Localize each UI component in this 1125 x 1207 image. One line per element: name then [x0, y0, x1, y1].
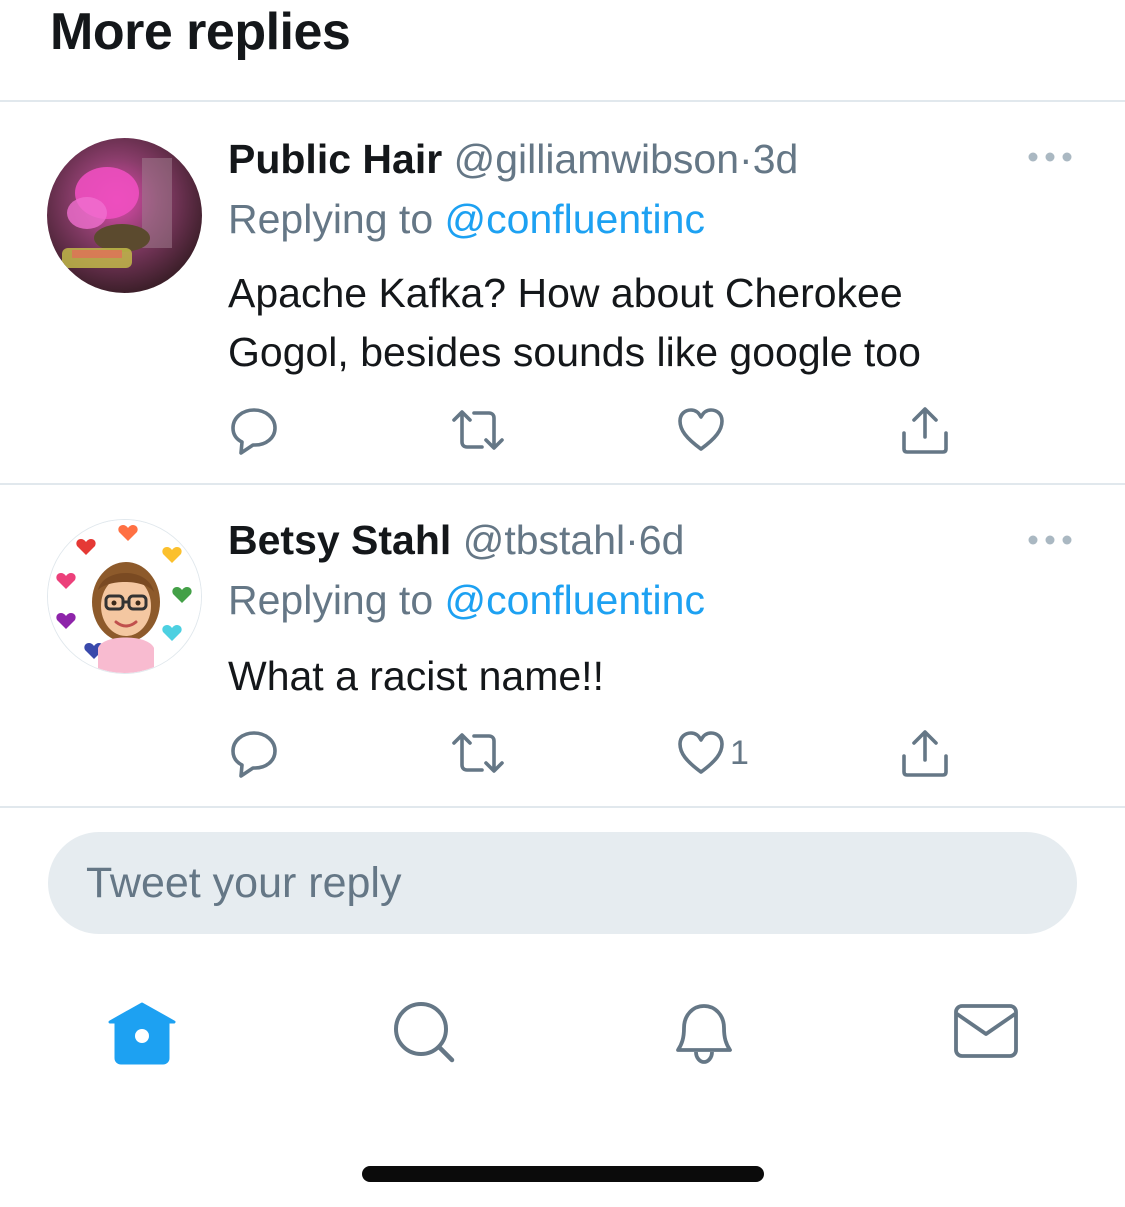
separator-dot: · — [739, 136, 753, 182]
reply-input[interactable]: Tweet your reply — [48, 832, 1077, 934]
reply-tweet[interactable]: Public Hair @gilliamwibson·3d Replying t… — [0, 102, 1125, 483]
retweet-button[interactable] — [450, 725, 506, 781]
like-icon — [678, 408, 724, 451]
notifications-icon[interactable] — [668, 1000, 740, 1066]
like-icon — [678, 731, 724, 774]
tweet-text: Apache Kafka? How about Cherokee Gogol, … — [228, 264, 1088, 382]
tweet-header: Public Hair @gilliamwibson·3d — [228, 134, 798, 184]
tweet-text-line: Apache Kafka? How about Cherokee — [228, 270, 903, 316]
handle[interactable]: @gilliamwibson — [454, 136, 739, 182]
search-icon[interactable] — [388, 1000, 460, 1066]
retweet-button[interactable] — [450, 402, 506, 458]
avatar[interactable] — [47, 138, 202, 293]
reply-button[interactable] — [228, 402, 280, 458]
replying-to-line: Replying to @confluentinc — [228, 194, 705, 244]
avatar[interactable] — [47, 519, 202, 674]
like-button[interactable] — [676, 402, 730, 458]
handle[interactable]: @tbstahl — [463, 517, 625, 563]
more-options-icon[interactable] — [1025, 530, 1075, 550]
home-indicator — [362, 1166, 764, 1182]
divider — [0, 806, 1125, 808]
display-name[interactable]: Betsy Stahl — [228, 517, 451, 563]
like-count: 1 — [730, 733, 749, 772]
share-icon — [902, 407, 948, 454]
tweet-text-line: What a racist name!! — [228, 653, 604, 699]
timestamp[interactable]: 6d — [639, 517, 685, 563]
separator-dot: · — [625, 517, 639, 563]
retweet-icon — [452, 733, 504, 773]
share-button[interactable] — [900, 402, 950, 458]
retweet-icon — [452, 410, 504, 450]
reply-placeholder: Tweet your reply — [86, 859, 402, 907]
mention-link[interactable]: @confluentinc — [445, 577, 705, 623]
reply-icon — [231, 408, 277, 455]
share-button[interactable] — [900, 725, 950, 781]
reply-button[interactable] — [228, 725, 280, 781]
mention-link[interactable]: @confluentinc — [445, 196, 705, 242]
timestamp[interactable]: 3d — [753, 136, 799, 182]
home-icon[interactable] — [106, 1000, 178, 1066]
share-icon — [902, 730, 948, 777]
replying-label: Replying to — [228, 577, 434, 623]
display-name[interactable]: Public Hair — [228, 136, 442, 182]
replying-label: Replying to — [228, 196, 434, 242]
reply-icon — [231, 731, 277, 778]
tweet-text-line: Gogol, besides sounds like google too — [228, 329, 921, 375]
like-button[interactable]: 1 — [676, 725, 749, 781]
reply-tweet[interactable]: Betsy Stahl @tbstahl·6d Replying to @con… — [0, 485, 1125, 806]
messages-icon[interactable] — [950, 1000, 1022, 1066]
section-title: More replies — [50, 3, 351, 61]
tweet-text: What a racist name!! — [228, 647, 1088, 706]
tweet-header: Betsy Stahl @tbstahl·6d — [228, 515, 684, 565]
replying-to-line: Replying to @confluentinc — [228, 575, 705, 625]
more-options-icon[interactable] — [1025, 147, 1075, 167]
